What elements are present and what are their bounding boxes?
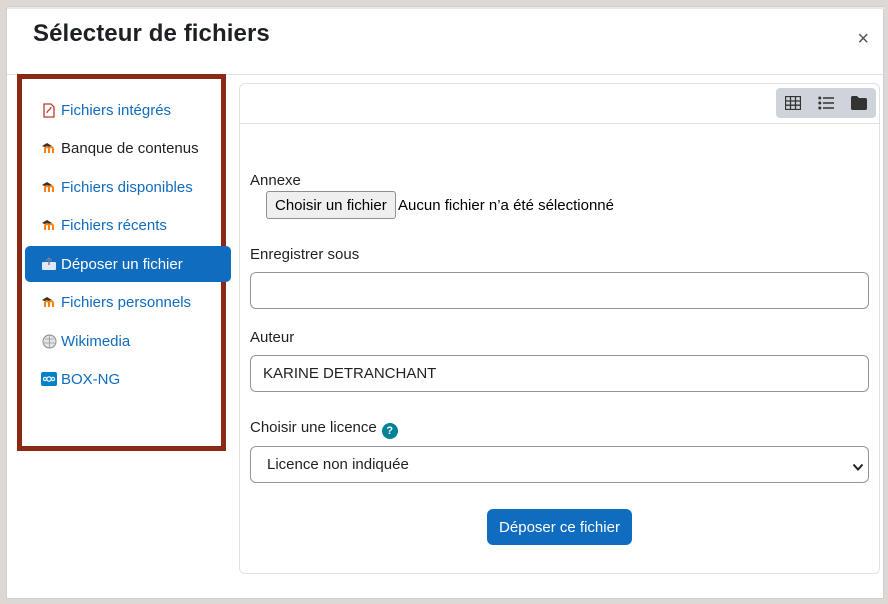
folder-icon[interactable]	[843, 88, 876, 118]
sidebar-item-banque-de-contenus[interactable]: Banque de contenus	[25, 130, 231, 166]
view-switcher	[776, 88, 876, 118]
sidebar-item-label: Banque de contenus	[61, 139, 199, 157]
license-label-row: Choisir une licence?	[250, 419, 398, 439]
wikimedia-icon	[41, 333, 57, 349]
sidebar-item-label: BOX-NG	[61, 370, 121, 388]
sidebar-item-label: Fichiers récents	[61, 216, 167, 234]
upload-panel: Annexe Choisir un fichier Aucun fichier …	[239, 83, 880, 574]
view-toolbar	[240, 84, 879, 124]
dialog-title: Sélecteur de fichiers	[33, 20, 270, 47]
license-selected-value: Licence non indiquée	[267, 456, 409, 473]
choose-file-button[interactable]: Choisir un fichier	[266, 191, 396, 219]
save-as-input[interactable]	[250, 272, 869, 309]
embedded-file-icon	[41, 102, 57, 118]
sidebar-item-fichiers-disponibles[interactable]: Fichiers disponibles	[25, 169, 231, 205]
sidebar-item-label: Fichiers disponibles	[61, 178, 193, 196]
list-icon[interactable]	[809, 88, 842, 118]
sidebar-item-deposer-un-fichier[interactable]: Déposer un fichier	[25, 246, 231, 282]
sidebar-item-fichiers-recents[interactable]: Fichiers récents	[25, 207, 231, 243]
sidebar-item-label: Wikimedia	[61, 332, 131, 350]
repository-sidebar: Fichiers intégrés Banque de contenus Fic…	[17, 74, 231, 451]
moodle-icon	[41, 217, 57, 233]
author-input[interactable]	[250, 355, 869, 392]
file-picker-dialog: Sélecteur de fichiers × Fichiers intégré…	[6, 6, 885, 599]
moodle-icon	[41, 294, 57, 310]
top-border	[7, 7, 885, 9]
sidebar-item-fichiers-integres[interactable]: Fichiers intégrés	[25, 92, 231, 128]
no-file-text: Aucun fichier n’a été sélectionné	[398, 197, 614, 214]
sidebar-item-wikimedia[interactable]: Wikimedia	[25, 323, 231, 359]
sidebar-item-label: Fichiers personnels	[61, 293, 192, 311]
upload-file-button[interactable]: Déposer ce fichier	[487, 509, 632, 545]
grid-icon[interactable]	[776, 88, 809, 118]
sidebar-item-fichiers-personnels[interactable]: Fichiers personnels	[25, 284, 231, 320]
sidebar-item-label: Fichiers intégrés	[61, 101, 172, 119]
moodle-icon	[41, 179, 57, 195]
sidebar-item-label: Déposer un fichier	[61, 255, 183, 273]
attachment-label: Annexe	[250, 172, 301, 189]
license-label: Choisir une licence	[250, 419, 377, 436]
chevron-down-icon	[852, 459, 864, 476]
author-label: Auteur	[250, 329, 295, 346]
help-icon[interactable]: ?	[381, 423, 398, 439]
save-as-label: Enregistrer sous	[250, 246, 360, 263]
sidebar-item-box-ng[interactable]: BOX-NG	[25, 361, 231, 397]
box-icon	[41, 371, 57, 387]
close-icon[interactable]: ×	[857, 29, 869, 49]
upload-icon	[41, 256, 57, 272]
moodle-icon	[41, 140, 57, 156]
license-select[interactable]: Licence non indiquée	[250, 446, 869, 483]
